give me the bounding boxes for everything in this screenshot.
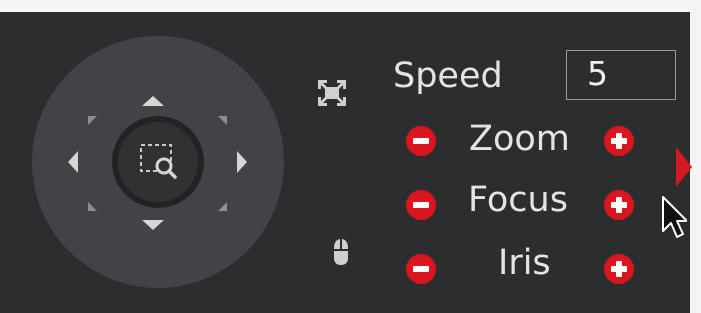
pan-right-arrow[interactable] xyxy=(237,151,247,173)
pan-down-right-arrow[interactable] xyxy=(218,202,227,211)
pan-down-arrow[interactable] xyxy=(142,220,164,230)
mouse-pointer-icon xyxy=(662,196,687,238)
ptz-direction-pad xyxy=(32,36,284,288)
pan-up-left-arrow[interactable] xyxy=(88,116,97,125)
pan-left-arrow[interactable] xyxy=(68,151,78,173)
top-edge-strip xyxy=(0,0,701,12)
pan-up-arrow[interactable] xyxy=(142,96,164,106)
fullscreen-icon[interactable] xyxy=(318,80,346,106)
pan-down-left-arrow[interactable] xyxy=(88,202,97,211)
speed-input[interactable]: 5 xyxy=(566,50,676,100)
magnifier-area-icon xyxy=(140,144,177,179)
mouse-icon xyxy=(334,239,348,265)
minus-circle-icon xyxy=(413,202,429,208)
focus-label: Focus xyxy=(468,180,568,220)
iris-label: Iris xyxy=(498,243,551,283)
minus-circle-icon xyxy=(413,138,429,144)
zoom-label: Zoom xyxy=(469,119,570,159)
speed-label: Speed xyxy=(393,56,503,96)
zoom-out-button[interactable] xyxy=(406,126,436,156)
ptz-control-panel: Speed 5 Zoom Focus Iris xyxy=(6,12,692,313)
pan-up-right-arrow[interactable] xyxy=(218,116,227,125)
area-zoom-button[interactable] xyxy=(112,116,204,208)
focus-far-button[interactable] xyxy=(604,190,634,220)
iris-open-button[interactable] xyxy=(604,254,634,284)
iris-close-button[interactable] xyxy=(406,254,436,284)
focus-near-button[interactable] xyxy=(406,190,436,220)
minus-circle-icon xyxy=(413,266,429,272)
zoom-in-button[interactable] xyxy=(604,126,634,156)
expand-panel-button[interactable] xyxy=(676,147,692,187)
